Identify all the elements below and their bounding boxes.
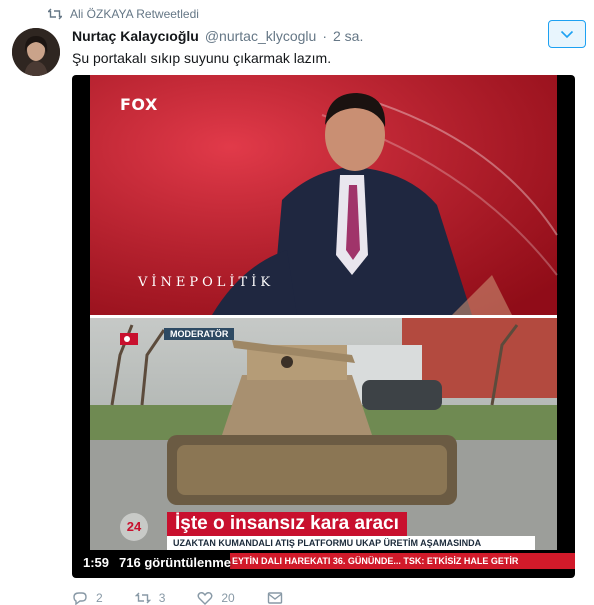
news-headline: İşte o insansız kara aracı [167, 512, 407, 536]
tweet-menu-button[interactable] [548, 20, 586, 48]
tweet-timestamp[interactable]: 2 sa. [333, 28, 363, 44]
reply-icon [73, 592, 87, 605]
message-button[interactable] [267, 591, 283, 605]
retweet-count: 3 [158, 591, 166, 605]
chevron-down-icon [560, 30, 574, 38]
reply-count: 2 [96, 591, 103, 605]
retweet-banner-text[interactable]: Ali ÖZKAYA Retweetledi [70, 7, 199, 21]
tweet-actions: 2 3 20 [72, 591, 303, 605]
retweet-button[interactable]: 3 [134, 591, 166, 605]
reply-button[interactable]: 2 [72, 591, 103, 605]
tweet-text: Şu portakalı sıkıp suyunu çıkarmak lazım… [72, 50, 332, 66]
retweet-icon [48, 8, 62, 20]
retweet-banner: Ali ÖZKAYA Retweetledi [48, 6, 199, 22]
video-frame [90, 75, 558, 550]
video-player[interactable]: FOX VİNEPOLİTİK MODERATÖR 24 İşte o insa… [72, 75, 575, 578]
author-handle[interactable]: @nurtac_klycoglu [205, 28, 317, 44]
author-name[interactable]: Nurtaç Kalaycıoğlu [72, 28, 199, 44]
tweet-header: Nurtaç Kalaycıoğlu @nurtac_klycoglu · 2 … [72, 28, 363, 44]
news-ticker: EYTİN DALI HAREKATI 36. GÜNÜNDE... TSK: … [230, 553, 575, 569]
message-icon [267, 592, 282, 604]
channel-logo: FOX [120, 95, 158, 114]
watermark: VİNEPOLİTİK [138, 275, 275, 290]
video-views: 716 görüntülenme [119, 554, 231, 570]
avatar[interactable] [12, 28, 60, 76]
video-duration: 1:59 [83, 554, 110, 570]
like-count: 20 [221, 591, 235, 605]
heart-icon [197, 592, 213, 605]
like-button[interactable]: 20 [197, 591, 235, 605]
news-subline: UZAKTAN KUMANDALI ATIŞ PLATFORMU UKAP ÜR… [167, 536, 535, 550]
moderator-tag: MODERATÖR [164, 328, 235, 340]
channel-badge: 24 [120, 513, 148, 541]
avatar-image [12, 28, 60, 76]
separator-dot: · [322, 28, 327, 44]
retweet-icon [134, 592, 151, 604]
video-stats: 1:59 716 görüntülenme [72, 551, 231, 573]
